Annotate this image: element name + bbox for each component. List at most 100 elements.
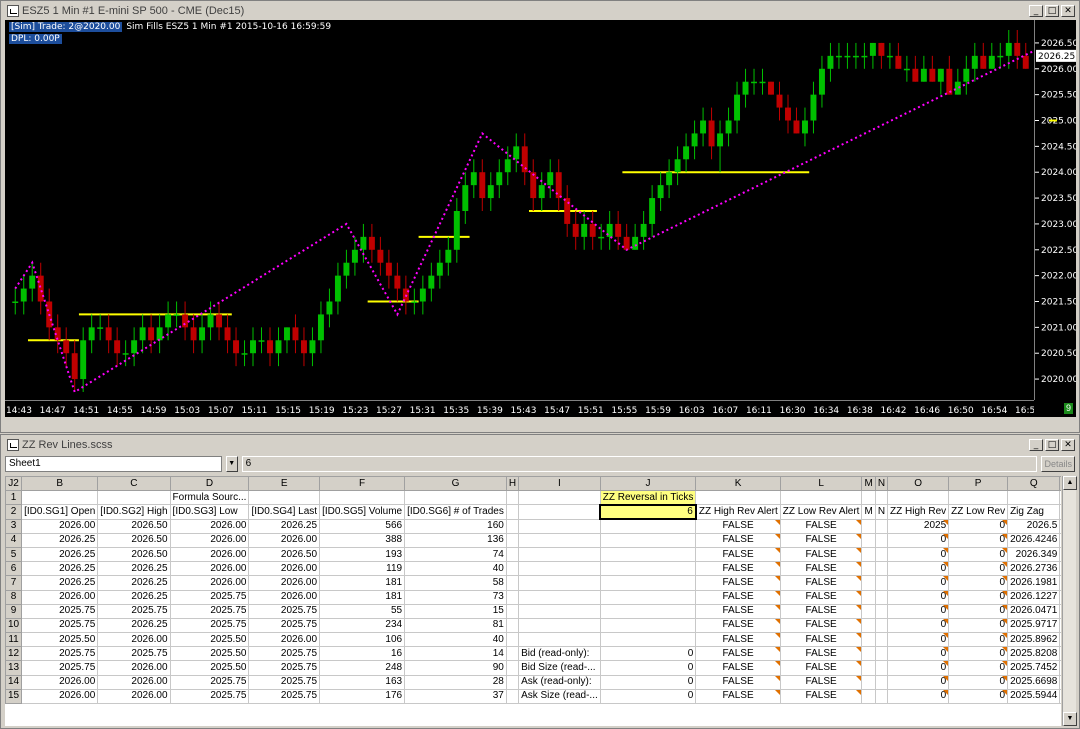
cell[interactable]: FALSE	[695, 546, 781, 563]
details-button[interactable]: Details	[1041, 456, 1075, 472]
cell[interactable]: 0	[1059, 532, 1061, 548]
cell[interactable]: 0	[887, 688, 950, 705]
cell[interactable]	[887, 490, 950, 506]
cell[interactable]	[518, 617, 601, 634]
cell[interactable]	[695, 490, 781, 506]
cell[interactable]	[861, 674, 876, 690]
cell[interactable]: 0	[599, 660, 697, 676]
cell[interactable]: 2026.00	[248, 532, 321, 548]
cell[interactable]: 0	[887, 617, 950, 634]
column-header-n[interactable]: N	[874, 476, 889, 492]
vertical-scrollbar[interactable]: ▲ ▼	[1062, 476, 1077, 726]
column-header-b[interactable]: B	[21, 476, 99, 492]
cell[interactable]	[505, 688, 520, 705]
cell[interactable]: [ID0.SG4] Last	[248, 504, 321, 520]
cell[interactable]: FALSE	[779, 603, 863, 619]
maximize-icon[interactable]: □	[1045, 439, 1059, 451]
cell[interactable]: 90	[404, 660, 507, 676]
column-header-q[interactable]: Q	[1007, 476, 1061, 492]
row-header[interactable]: 9	[5, 603, 23, 619]
cell[interactable]: 2025.75	[169, 688, 250, 705]
cell[interactable]: 2026.00	[169, 518, 250, 534]
cell[interactable]: FALSE	[779, 575, 863, 591]
cell[interactable]	[599, 532, 697, 548]
cell[interactable]: 2026.00	[21, 674, 99, 690]
cell[interactable]: 2025.8962	[1007, 632, 1061, 648]
cell[interactable]	[874, 518, 889, 534]
cell[interactable]	[874, 688, 889, 705]
cell[interactable]: [ID0.SG2] High	[97, 504, 171, 520]
cell[interactable]: 2026.349	[1007, 546, 1061, 563]
cell[interactable]	[874, 617, 889, 634]
cell[interactable]: FALSE	[779, 546, 863, 563]
cell[interactable]	[518, 561, 601, 577]
cell[interactable]	[505, 617, 520, 634]
cell[interactable]: ZZ Low Rev	[948, 504, 1009, 520]
cell[interactable]	[97, 490, 171, 506]
cell[interactable]	[518, 518, 601, 534]
cell[interactable]: 119	[319, 561, 406, 577]
cell[interactable]: 2026.50	[97, 546, 171, 563]
scroll-down-icon[interactable]: ▼	[1063, 712, 1077, 726]
cell[interactable]: 2025.8208	[1007, 646, 1061, 662]
cell[interactable]	[599, 575, 697, 591]
price-chart[interactable]: [Sim] Trade: 2@2020.00 Sim Fills ESZ5 1 …	[5, 20, 1034, 400]
cell[interactable]: 73	[404, 589, 507, 605]
cell[interactable]: M	[861, 504, 876, 520]
cell[interactable]: 0	[948, 532, 1009, 548]
cell[interactable]	[599, 561, 697, 577]
cell[interactable]: FALSE	[695, 688, 781, 705]
cell[interactable]: 2026.25	[21, 575, 99, 591]
cell[interactable]: 0	[1059, 546, 1061, 563]
cell[interactable]: FALSE	[779, 688, 863, 705]
maximize-icon[interactable]: □	[1045, 5, 1059, 17]
cell[interactable]: 81	[404, 617, 507, 634]
cell[interactable]	[861, 632, 876, 648]
cell[interactable]: 74	[404, 546, 507, 563]
cell[interactable]: 0	[887, 632, 950, 648]
cell[interactable]	[861, 490, 876, 506]
spreadsheet-grid[interactable]: J2BCDEFGHIJKLMNOPQR1Formula Sourc...ZZ R…	[5, 476, 1061, 726]
cell[interactable]: 136	[404, 532, 507, 548]
cell[interactable]: FALSE	[779, 646, 863, 662]
cell[interactable]: 2025.75	[21, 646, 99, 662]
cell[interactable]: 0	[948, 688, 1009, 705]
cell[interactable]: 234	[319, 617, 406, 634]
cell[interactable]: 2026.00	[21, 688, 99, 705]
cell[interactable]: 0	[887, 561, 950, 577]
cell[interactable]	[874, 490, 889, 506]
cell[interactable]: 0	[948, 561, 1009, 577]
cell[interactable]: 0	[887, 603, 950, 619]
column-header-m[interactable]: M	[861, 476, 876, 492]
cell[interactable]: 2025.7452	[1007, 660, 1061, 676]
cell[interactable]: Bid Size (read-...	[518, 660, 601, 676]
minimize-icon[interactable]: _	[1029, 439, 1043, 451]
cell[interactable]	[874, 532, 889, 548]
cell[interactable]	[599, 603, 697, 619]
cell[interactable]: 2026.00	[248, 561, 321, 577]
cell[interactable]: [ID0.SG6] # of Trades	[404, 504, 507, 520]
cell[interactable]: [ID0.SG1] Open	[21, 504, 99, 520]
row-header[interactable]: 13	[5, 660, 23, 676]
cell[interactable]: Formula Sourc...	[169, 490, 250, 506]
cell[interactable]: ZZ Reversal in Ticks	[599, 490, 697, 506]
cell[interactable]	[505, 561, 520, 577]
cell[interactable]: 0	[948, 546, 1009, 563]
cell[interactable]: 40	[404, 561, 507, 577]
cell[interactable]: 15	[404, 603, 507, 619]
cell[interactable]: FALSE	[695, 660, 781, 676]
cell[interactable]	[861, 546, 876, 563]
cell[interactable]: 0	[599, 646, 697, 662]
cell[interactable]	[874, 546, 889, 563]
cell[interactable]: 37	[404, 688, 507, 705]
row-header[interactable]: 15	[5, 688, 23, 705]
cell[interactable]: 2	[1059, 518, 1061, 534]
cell[interactable]: 2025.75	[97, 646, 171, 662]
cell[interactable]: 2026.25	[21, 532, 99, 548]
cell[interactable]: 2025.9717	[1007, 617, 1061, 634]
cell[interactable]	[861, 660, 876, 676]
cell[interactable]: 181	[319, 589, 406, 605]
cell[interactable]: FALSE	[779, 674, 863, 690]
cell[interactable]: 2026.50	[97, 518, 171, 534]
cell[interactable]: 0	[887, 646, 950, 662]
